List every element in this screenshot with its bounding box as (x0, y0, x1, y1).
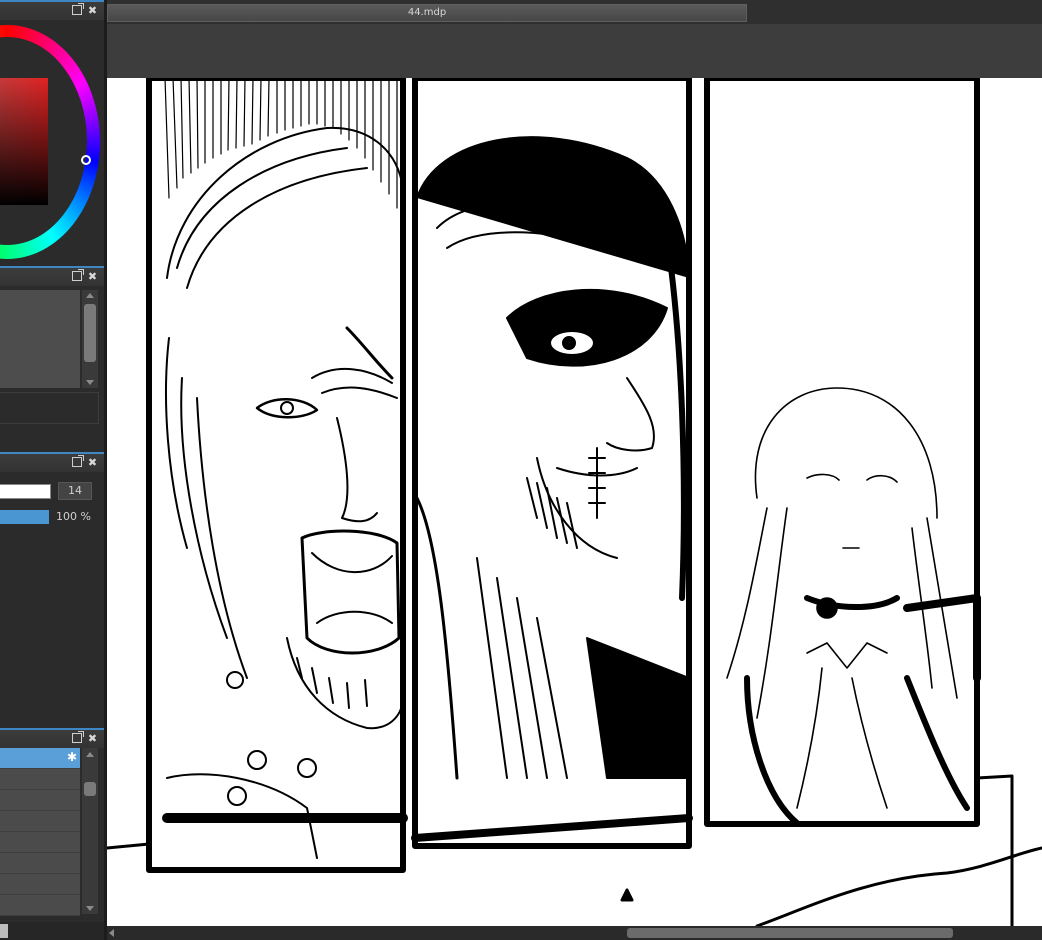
layer-panel-footer (0, 922, 104, 940)
scroll-left-icon[interactable] (109, 929, 114, 937)
brush-opacity-slider[interactable] (0, 510, 49, 524)
panel2-field[interactable] (0, 392, 99, 424)
scroll-down-icon[interactable] (86, 906, 94, 911)
canvas-page[interactable] (107, 78, 1042, 926)
workspace: 44.mdp (107, 0, 1042, 940)
layer-row[interactable] (0, 769, 80, 790)
color-panel (0, 20, 104, 264)
panel2-header: ✖ (0, 266, 104, 286)
float-window-icon[interactable] (70, 269, 84, 283)
float-window-icon[interactable] (70, 3, 84, 17)
layer-row[interactable]: ✱ (0, 748, 80, 769)
panel2-preview (0, 290, 80, 388)
horizontal-scroll-thumb[interactable] (627, 928, 953, 938)
color-panel-header: ✖ (0, 0, 104, 20)
layer-row[interactable] (0, 853, 80, 874)
close-icon[interactable]: ✖ (86, 4, 99, 17)
document-tab-bar: 44.mdp (107, 0, 1042, 24)
layer-list: ✱ (0, 748, 80, 916)
float-window-icon[interactable] (70, 455, 84, 469)
float-window-icon[interactable] (70, 731, 84, 745)
manga-artwork (107, 78, 1042, 926)
layer-row[interactable] (0, 811, 80, 832)
brush-panel-header: ✖ (0, 452, 104, 472)
layer-panel-header: ✖ (0, 728, 104, 748)
middle-character (411, 136, 693, 842)
panel2-scroll-thumb[interactable] (84, 304, 96, 362)
layer-row[interactable] (0, 790, 80, 811)
left-character (162, 126, 408, 859)
layer-scroll-thumb[interactable] (84, 782, 96, 796)
saturation-value-square[interactable] (0, 78, 48, 205)
scroll-up-icon[interactable] (86, 293, 94, 298)
brush-opacity-value: 100 % (56, 510, 91, 523)
brush-size-value[interactable]: 14 (58, 482, 92, 500)
scroll-up-icon[interactable] (86, 752, 94, 757)
layer-row[interactable] (0, 874, 80, 895)
layer-row[interactable] (0, 895, 80, 916)
close-icon[interactable]: ✖ (86, 270, 99, 283)
brush-size-slider[interactable] (0, 484, 51, 499)
panel2 (0, 286, 104, 446)
close-icon[interactable]: ✖ (86, 456, 99, 469)
comic-panel-left (146, 78, 406, 873)
horizontal-scrollbar[interactable] (107, 926, 1042, 940)
layer-row[interactable] (0, 832, 80, 853)
right-character (726, 387, 981, 826)
bottom-scene (107, 774, 1042, 926)
hue-marker[interactable] (81, 155, 91, 165)
layer-footer-button[interactable] (0, 924, 8, 938)
scroll-down-icon[interactable] (86, 380, 94, 385)
brush-panel: 14 100 % (0, 472, 104, 724)
layer-panel: ✱ (0, 748, 104, 940)
left-dock: ✖ ✖ ✖ 14 100 % ✖ ✱ (0, 0, 104, 940)
layer-scrollbar[interactable] (82, 748, 98, 914)
close-icon[interactable]: ✖ (86, 732, 99, 745)
gear-icon[interactable]: ✱ (67, 751, 77, 764)
document-tab[interactable]: 44.mdp (107, 4, 747, 22)
